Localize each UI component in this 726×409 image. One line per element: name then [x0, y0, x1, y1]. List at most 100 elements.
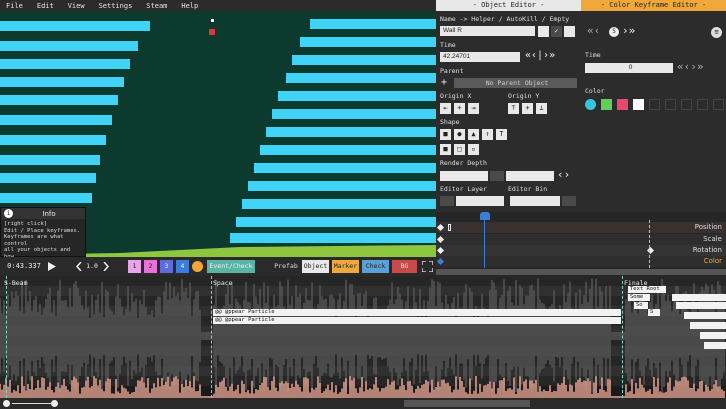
info-icon: i — [4, 209, 13, 218]
keyframe-track-color[interactable]: Color — [436, 256, 726, 267]
layer-4-button[interactable]: 4 — [176, 260, 189, 273]
wall-stripe — [292, 55, 436, 65]
keyframe-track-scale[interactable]: Scale — [436, 234, 726, 245]
zoom-out-icon[interactable] — [3, 400, 10, 407]
shape-circle-icon[interactable]: ● — [454, 129, 465, 140]
pitch-up-icon[interactable] — [103, 262, 109, 271]
color-swatch[interactable] — [665, 99, 676, 110]
editor-bin-input[interactable] — [510, 196, 560, 206]
parent-object-field[interactable]: No Parent Object — [454, 78, 577, 88]
shape-arrow-icon[interactable]: ↑ — [482, 129, 493, 140]
keyframe-time-step-icons[interactable]: «‹›» — [677, 60, 704, 73]
origin-x-center-icon[interactable]: + — [454, 103, 465, 114]
timeline-scrollbar[interactable] — [404, 400, 530, 407]
keyframe-time-input[interactable] — [585, 63, 673, 73]
keyframe-diamond[interactable] — [436, 246, 445, 255]
object-keyframe-timeline[interactable]: Position Scale Rotation Color — [436, 212, 726, 276]
timeline-object[interactable] — [700, 332, 726, 339]
shape-triangle-icon[interactable]: ▲ — [468, 129, 479, 140]
origin-y-top-icon[interactable]: ⊤ — [508, 103, 519, 114]
pitch-down-icon[interactable] — [76, 262, 82, 271]
layer-2-button[interactable]: 2 — [144, 260, 157, 273]
autokill-check-icon[interactable]: ✓ — [551, 26, 562, 37]
fullscreen-icon[interactable] — [422, 261, 433, 272]
text-object[interactable]: Some — [628, 294, 650, 301]
object-mode-button[interactable]: Object — [302, 260, 329, 273]
shape-outline-icon[interactable]: □ — [454, 144, 465, 155]
render-depth-arrows-icon[interactable]: ‹› — [557, 168, 570, 181]
shape-thin-outline-icon[interactable]: ▫ — [468, 144, 479, 155]
keyframe-track-position[interactable]: Position — [436, 222, 726, 233]
event-check-button[interactable]: Event/Check — [207, 260, 255, 273]
color-swatch[interactable] — [681, 99, 692, 110]
zoom-slider[interactable] — [12, 403, 52, 404]
time-step-icons[interactable]: «‹|›» — [525, 50, 555, 61]
render-depth-value[interactable] — [506, 171, 554, 181]
layer-3-button[interactable]: 3 — [160, 260, 173, 273]
timeline-object[interactable] — [704, 342, 726, 349]
play-icon[interactable] — [47, 262, 56, 271]
origin-x-right-icon[interactable]: ⇥ — [468, 103, 479, 114]
timeline-object[interactable] — [672, 294, 726, 301]
wall-stripe — [254, 163, 436, 173]
text-object[interactable]: S — [648, 309, 660, 316]
origin-y-center-icon[interactable]: + — [522, 103, 533, 114]
keyframe-menu-icon[interactable]: ≡ — [711, 27, 722, 38]
color-swatch[interactable] — [633, 99, 644, 110]
text-object[interactable]: Text Root — [628, 286, 666, 293]
object-time-input[interactable] — [440, 52, 520, 62]
shape-filled-icon[interactable]: ■ — [440, 144, 451, 155]
menu-steam[interactable]: Steam — [146, 2, 167, 10]
timeline-object[interactable] — [690, 322, 726, 329]
keyframe-diamond[interactable] — [436, 257, 445, 266]
keyframe-diamond[interactable] — [436, 223, 445, 232]
color-swatch[interactable] — [617, 99, 628, 110]
menu-settings[interactable]: Settings — [99, 2, 133, 10]
menu-bar: File Edit View Settings Steam Help — [0, 0, 436, 11]
color-swatch[interactable] — [601, 99, 612, 110]
timeline-object[interactable] — [684, 312, 726, 319]
keyframe-bracket[interactable] — [448, 224, 451, 231]
editor-layer-input[interactable] — [456, 196, 504, 206]
menu-file[interactable]: File — [6, 2, 23, 10]
color-swatch-selected[interactable] — [585, 99, 596, 110]
shape-text-icon[interactable]: T — [496, 129, 507, 140]
color-swatch[interactable] — [697, 99, 708, 110]
zoom-slider-handle[interactable] — [51, 400, 58, 407]
render-depth-slider[interactable] — [490, 171, 504, 181]
main-timeline[interactable]: S-Beam Space Finale @@ @ppear Particle @… — [0, 276, 726, 398]
keyframe-diamond[interactable] — [436, 235, 445, 244]
keyframe-track-rotation[interactable]: Rotation — [436, 245, 726, 256]
object-name-input[interactable] — [440, 26, 535, 36]
prefab-mode-button[interactable]: Prefab — [272, 260, 300, 273]
keyframe-cursor-handle[interactable] — [480, 212, 490, 220]
layer-1-button[interactable]: 1 — [128, 260, 141, 273]
menu-help[interactable]: Help — [181, 2, 198, 10]
origin-x-left-icon[interactable]: ⇤ — [440, 103, 451, 114]
editor-bin-slider[interactable] — [562, 196, 576, 206]
timeline-object[interactable]: @@ @ppear Particle — [213, 309, 621, 316]
color-swatch[interactable] — [713, 99, 724, 110]
parent-add-icon[interactable]: + — [441, 77, 447, 88]
shape-square-icon[interactable]: ■ — [440, 129, 451, 140]
timeline-object[interactable] — [676, 302, 726, 309]
layer-toggle-icon[interactable] — [192, 261, 203, 272]
bg-mode-button[interactable]: BG — [392, 260, 417, 273]
render-depth-input[interactable] — [440, 171, 488, 181]
check-mode-button[interactable]: Check — [362, 260, 389, 273]
editor-layer-slider[interactable] — [440, 196, 454, 206]
keyframe-last-icon[interactable]: ›» — [622, 24, 635, 37]
marker-mode-button[interactable]: Marker — [332, 260, 359, 273]
marker-space[interactable]: Space — [213, 279, 233, 287]
keyframe-scrollbar[interactable] — [436, 269, 726, 275]
keyframe-first-icon[interactable]: «‹ — [587, 24, 600, 37]
origin-y-bottom-icon[interactable]: ⊥ — [536, 103, 547, 114]
helper-toggle[interactable] — [538, 26, 549, 37]
marker-s-beam[interactable]: S-Beam — [4, 279, 27, 287]
timeline-object[interactable]: @@ @ppear Particle — [213, 317, 621, 324]
text-object[interactable]: So — [634, 302, 648, 309]
color-swatch[interactable] — [649, 99, 660, 110]
menu-edit[interactable]: Edit — [37, 2, 54, 10]
empty-toggle[interactable] — [564, 26, 575, 37]
menu-view[interactable]: View — [68, 2, 85, 10]
